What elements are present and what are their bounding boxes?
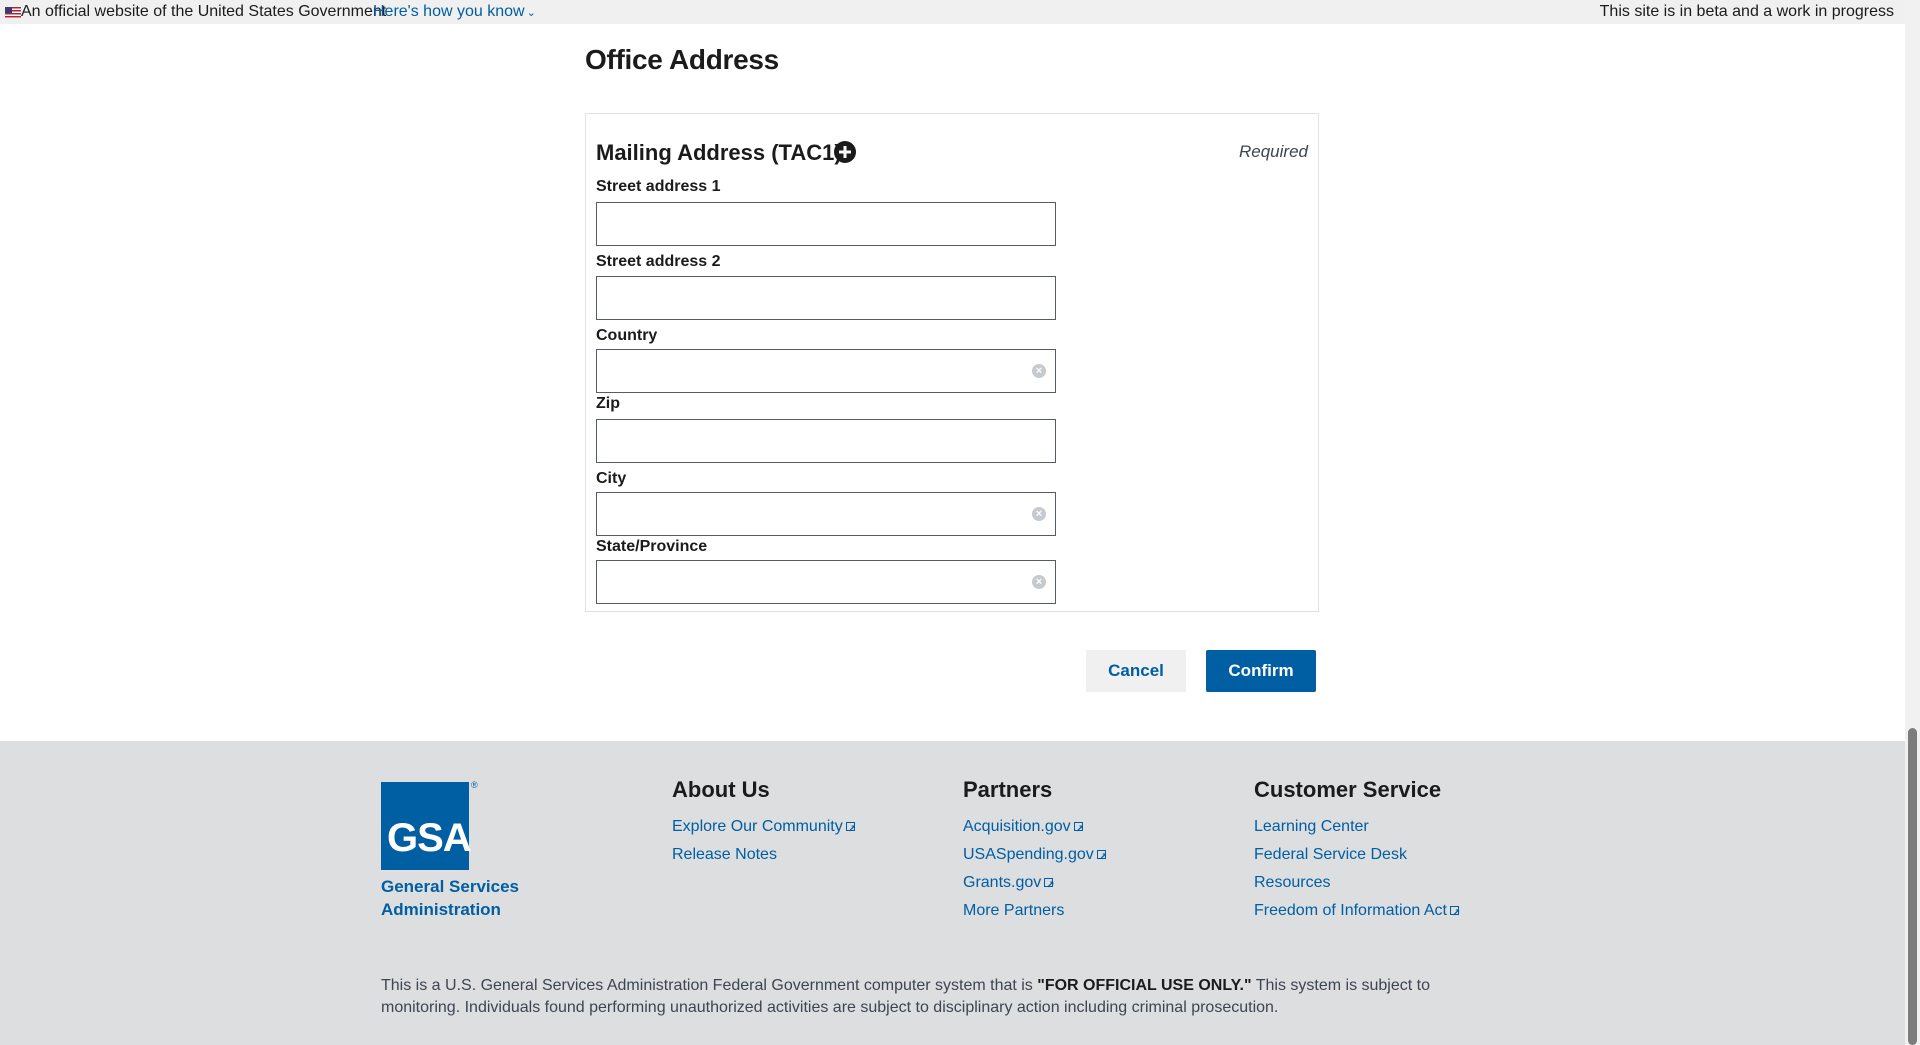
city-combobox[interactable] bbox=[596, 492, 1056, 536]
footer-partners: Partners Acquisition.gov USASpending.gov… bbox=[963, 777, 1107, 925]
how-you-know-label[interactable]: Here's how you know bbox=[373, 3, 525, 20]
clear-city-icon[interactable]: × bbox=[1032, 507, 1046, 521]
street-address-2-label: Street address 2 bbox=[596, 253, 721, 270]
add-circle-icon[interactable] bbox=[834, 141, 856, 163]
disclaimer-bold: "FOR OFFICIAL USE ONLY." bbox=[1037, 977, 1252, 994]
how-you-know-link[interactable]: Here's how you know ⌄ bbox=[373, 0, 536, 25]
partners-heading: Partners bbox=[963, 777, 1053, 802]
grants-gov-link[interactable]: Grants.gov bbox=[963, 869, 1106, 900]
external-link-icon bbox=[845, 816, 856, 844]
gsa-logo-text[interactable]: GSA bbox=[387, 816, 472, 861]
customer-service-heading: Customer Service bbox=[1254, 777, 1442, 802]
page-title: Office Address bbox=[585, 44, 779, 75]
site-footer: GSA ® General Services Administration Ab… bbox=[0, 741, 1905, 1045]
state-province-combobox[interactable] bbox=[596, 560, 1056, 604]
country-label: Country bbox=[596, 327, 658, 344]
acquisition-gov-label[interactable]: Acquisition.gov bbox=[963, 818, 1071, 835]
street-address-1-input[interactable] bbox=[596, 202, 1056, 246]
resources-link[interactable]: Resources bbox=[1254, 869, 1459, 897]
zip-input[interactable] bbox=[596, 419, 1056, 463]
usaspending-gov-link[interactable]: USASpending.gov bbox=[963, 841, 1107, 872]
footer-customer-service: Customer Service Learning Center Federal… bbox=[1254, 777, 1460, 928]
street-address-1-label: Street address 1 bbox=[596, 178, 721, 195]
required-label: Required bbox=[1239, 142, 1308, 161]
cancel-button[interactable]: Cancel bbox=[1086, 650, 1186, 692]
card-title: Mailing Address (TAC1) bbox=[596, 140, 842, 165]
official-website-text: An official website of the United States… bbox=[21, 3, 387, 20]
foia-link[interactable]: Freedom of Information Act bbox=[1254, 897, 1460, 928]
disclaimer-pre: This is a U.S. General Services Administ… bbox=[381, 977, 1038, 994]
grants-gov-label[interactable]: Grants.gov bbox=[963, 874, 1041, 891]
external-link-icon bbox=[1044, 872, 1055, 900]
learning-center-link[interactable]: Learning Center bbox=[1254, 813, 1459, 841]
footer-about-us: About Us Explore Our Community Release N… bbox=[672, 777, 856, 869]
external-link-icon bbox=[1073, 816, 1084, 844]
registered-mark-icon: ® bbox=[471, 780, 478, 790]
official-use-disclaimer: This is a U.S. General Services Administ… bbox=[381, 975, 1501, 1019]
usaspending-gov-label[interactable]: USASpending.gov bbox=[963, 846, 1094, 863]
external-link-icon bbox=[1096, 844, 1107, 872]
mailing-address-card: Mailing Address (TAC1) Required Street a… bbox=[585, 113, 1319, 612]
state-province-label: State/Province bbox=[596, 538, 708, 555]
federal-service-desk-link[interactable]: Federal Service Desk bbox=[1254, 841, 1459, 869]
acquisition-gov-link[interactable]: Acquisition.gov bbox=[963, 813, 1106, 844]
clear-country-icon[interactable]: × bbox=[1032, 364, 1046, 378]
explore-community-label[interactable]: Explore Our Community bbox=[672, 818, 843, 835]
gov-banner: An official website of the United States… bbox=[0, 0, 1905, 24]
gsa-org-name: General Services Administration bbox=[381, 877, 519, 919]
city-label: City bbox=[596, 470, 627, 487]
page-scrollbar[interactable] bbox=[1905, 0, 1920, 1045]
foia-label[interactable]: Freedom of Information Act bbox=[1254, 902, 1447, 919]
country-combobox[interactable] bbox=[596, 349, 1056, 393]
beta-notice: This site is in beta and a work in progr… bbox=[1599, 3, 1894, 20]
scrollbar-thumb[interactable] bbox=[1908, 728, 1917, 1045]
release-notes-link[interactable]: Release Notes bbox=[672, 841, 855, 869]
about-us-heading: About Us bbox=[672, 777, 770, 802]
explore-community-link[interactable]: Explore Our Community bbox=[672, 813, 856, 844]
street-address-2-input[interactable] bbox=[596, 276, 1056, 320]
gsa-logo[interactable]: GSA bbox=[381, 782, 472, 870]
clear-state-icon[interactable]: × bbox=[1032, 575, 1046, 589]
confirm-button[interactable]: Confirm bbox=[1206, 650, 1316, 692]
us-flag-icon bbox=[5, 7, 21, 18]
more-partners-link[interactable]: More Partners bbox=[963, 897, 1106, 925]
chevron-down-icon[interactable]: ⌄ bbox=[527, 7, 536, 19]
external-link-icon bbox=[1449, 900, 1460, 928]
zip-label: Zip bbox=[596, 395, 620, 412]
